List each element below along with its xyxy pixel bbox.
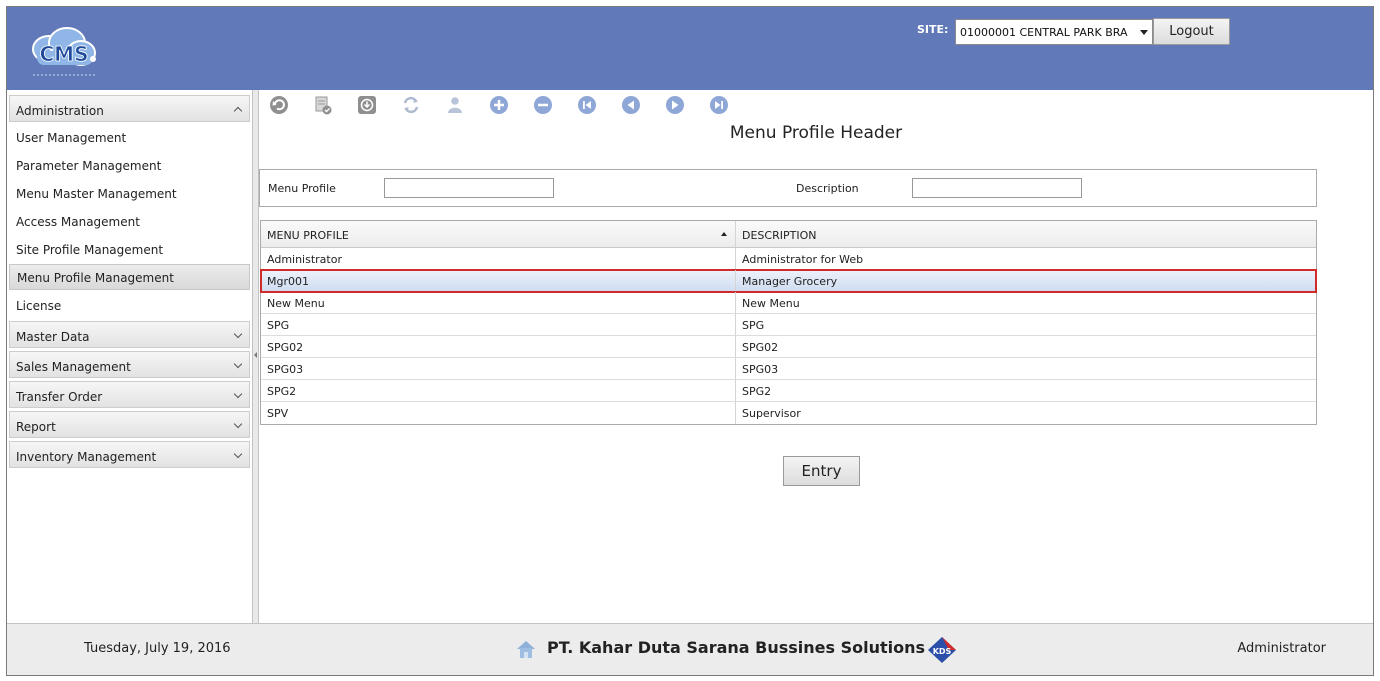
home-icon[interactable]	[515, 638, 537, 660]
column-header-description[interactable]: DESCRIPTION	[736, 221, 1316, 247]
app-window: CMS SITE: 01000001 CENTRAL PARK BRA Logo…	[6, 6, 1374, 676]
cell-menu-profile: New Menu	[261, 292, 736, 313]
sidebar-section-master-data[interactable]: Master Data	[9, 321, 250, 348]
user-icon[interactable]	[445, 95, 465, 115]
sidebar-section-transfer-order[interactable]: Transfer Order	[9, 381, 250, 408]
sidebar-item-site-profile-management[interactable]: Site Profile Management	[9, 237, 250, 263]
sidebar-section-label: Transfer Order	[16, 390, 103, 404]
sidebar: Administration User Management Parameter…	[7, 90, 253, 623]
sidebar-section-report[interactable]: Report	[9, 411, 250, 438]
cell-description: Manager Grocery	[742, 275, 838, 288]
chevron-down-icon	[233, 419, 243, 429]
table-row[interactable]: SPG02 SPG02	[261, 336, 1316, 358]
sidebar-section-inventory-management[interactable]: Inventory Management	[9, 441, 250, 468]
cell-menu-profile: SPG	[261, 314, 736, 335]
site-label: SITE:	[917, 23, 949, 36]
cell-menu-profile: SPG03	[261, 358, 736, 379]
cell-description: New Menu	[742, 297, 800, 310]
svg-text:KDS: KDS	[933, 647, 952, 656]
sidebar-item-user-management[interactable]: User Management	[9, 125, 250, 151]
footer-date: Tuesday, July 19, 2016	[84, 641, 231, 656]
page-title: Menu Profile Header	[729, 123, 903, 143]
company-name: PT. Kahar Duta Sarana Bussines Solutions	[547, 638, 926, 657]
table-row[interactable]: SPG03 SPG03	[261, 358, 1316, 380]
menu-profile-input[interactable]	[384, 178, 554, 198]
grid-header: MENU PROFILE DESCRIPTION	[261, 221, 1316, 248]
chevron-down-icon	[233, 449, 243, 459]
site-select[interactable]: 01000001 CENTRAL PARK BRA	[955, 19, 1153, 45]
sidebar-section-sales-management[interactable]: Sales Management	[9, 351, 250, 378]
cell-description: Supervisor	[742, 407, 801, 420]
previous-record-icon[interactable]	[621, 95, 641, 115]
document-check-icon[interactable]	[313, 95, 333, 115]
top-header: CMS SITE: 01000001 CENTRAL PARK BRA Logo…	[7, 7, 1373, 90]
description-label: Description	[796, 182, 859, 195]
sidebar-item-license[interactable]: License	[9, 293, 250, 319]
kds-logo: KDS	[928, 637, 956, 663]
column-header-label: MENU PROFILE	[267, 229, 349, 242]
chevron-down-icon	[233, 389, 243, 399]
refresh-icon[interactable]	[401, 95, 421, 115]
column-header-label: DESCRIPTION	[742, 229, 817, 242]
cell-description: SPG	[742, 319, 765, 332]
first-record-icon[interactable]	[577, 95, 597, 115]
cell-menu-profile: SPG2	[261, 380, 736, 401]
sidebar-item-menu-profile-management[interactable]: Menu Profile Management	[9, 264, 250, 290]
svg-text:CMS: CMS	[40, 42, 89, 66]
footer: Tuesday, July 19, 2016 PT. Kahar Duta Sa…	[7, 623, 1373, 675]
cell-description: SPG03	[742, 363, 779, 376]
cell-menu-profile: SPV	[261, 402, 736, 424]
next-record-icon[interactable]	[665, 95, 685, 115]
filter-panel: Menu Profile Description	[259, 169, 1317, 207]
cell-menu-profile: SPG02	[261, 336, 736, 357]
menu-profile-grid: MENU PROFILE DESCRIPTION Administrator Ad…	[260, 220, 1317, 425]
sidebar-item-menu-master-management[interactable]: Menu Master Management	[9, 181, 250, 207]
sidebar-splitter[interactable]	[252, 90, 259, 623]
table-row[interactable]: SPG2 SPG2	[261, 380, 1316, 402]
entry-button[interactable]: Entry	[783, 456, 860, 486]
collapse-arrow-icon[interactable]	[254, 352, 257, 358]
column-header-menu-profile[interactable]: MENU PROFILE	[261, 221, 736, 247]
minus-circle-icon[interactable]	[533, 95, 553, 115]
sidebar-section-label: Inventory Management	[16, 450, 157, 464]
last-record-icon[interactable]	[709, 95, 729, 115]
table-row[interactable]: Administrator Administrator for Web	[261, 248, 1316, 270]
sidebar-item-access-management[interactable]: Access Management	[9, 209, 250, 235]
chevron-down-icon	[233, 359, 243, 369]
sidebar-item-parameter-management[interactable]: Parameter Management	[9, 153, 250, 179]
chevron-up-icon	[233, 106, 243, 116]
footer-username: Administrator	[1237, 641, 1326, 656]
dropdown-caret-icon	[1140, 30, 1148, 35]
sort-ascending-icon	[721, 232, 727, 236]
cell-description: SPG2	[742, 385, 772, 398]
menu-profile-label: Menu Profile	[268, 182, 336, 195]
site-select-value: 01000001 CENTRAL PARK BRA	[960, 26, 1128, 39]
sidebar-section-label: Master Data	[16, 330, 90, 344]
cell-description: Administrator for Web	[742, 253, 864, 266]
description-input[interactable]	[912, 178, 1082, 198]
cell-description: SPG02	[742, 341, 779, 354]
table-row[interactable]: SPV Supervisor	[261, 402, 1316, 424]
chevron-down-icon	[233, 329, 243, 339]
sidebar-section-label: Sales Management	[16, 360, 131, 374]
plus-circle-icon[interactable]	[489, 95, 509, 115]
sidebar-section-administration[interactable]: Administration	[9, 95, 250, 122]
download-icon[interactable]	[357, 95, 377, 115]
cms-logo: CMS	[32, 27, 96, 76]
sidebar-section-label: Report	[16, 420, 56, 434]
table-row[interactable]: New Menu New Menu	[261, 292, 1316, 314]
table-row-selected[interactable]: Mgr001 Manager Grocery	[260, 269, 1317, 293]
cell-menu-profile: Mgr001	[261, 270, 736, 291]
sidebar-section-label: Administration	[16, 104, 104, 118]
table-row[interactable]: SPG SPG	[261, 314, 1316, 336]
cell-menu-profile: Administrator	[261, 248, 736, 269]
logout-button[interactable]: Logout	[1153, 18, 1230, 45]
undo-icon[interactable]	[269, 95, 289, 115]
main-content: Menu Profile Header Menu Profile Descrip…	[259, 90, 1373, 623]
